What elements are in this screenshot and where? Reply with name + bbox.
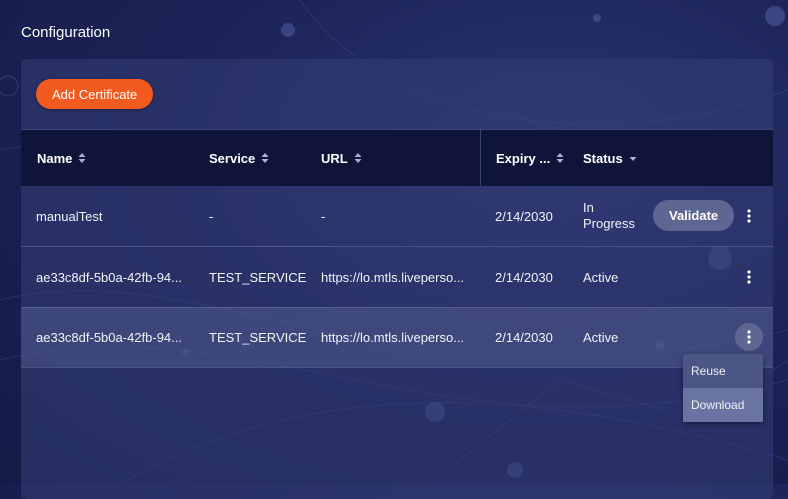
more-vertical-icon (747, 270, 751, 284)
column-header-label: Service (209, 150, 256, 166)
status-text-line: In (583, 200, 594, 215)
status-text-line: Progress (583, 216, 636, 231)
cell-name: manualTest (36, 208, 103, 224)
column-header-service[interactable]: Service (209, 130, 269, 186)
column-header-label: URL (321, 150, 348, 166)
menu-item-reuse[interactable]: Reuse (683, 354, 763, 388)
sort-both-icon (354, 153, 362, 163)
add-certificate-button[interactable]: Add Certificate (36, 79, 154, 109)
cell-url: https://lo.mtls.liveperso... (321, 269, 465, 285)
cell-expiry: 2/14/2030 (495, 329, 553, 345)
cell-status: Active (583, 269, 619, 285)
table-header: Name Service URL Expiry ... Status (21, 129, 773, 186)
row-actions-button[interactable] (735, 323, 763, 351)
cell-url: https://lo.mtls.liveperso... (321, 329, 465, 345)
sort-both-icon (261, 153, 269, 163)
cell-service: TEST_SERVICE (209, 269, 307, 285)
cell-service: TEST_SERVICE (209, 329, 307, 345)
column-header-status[interactable]: Status (583, 130, 637, 186)
column-divider (480, 130, 481, 186)
certificates-panel: Add Certificate Name Service URL Expiry … (21, 59, 773, 499)
more-vertical-icon (747, 209, 751, 223)
validate-button[interactable]: Validate (653, 200, 735, 231)
cell-status: Active (583, 329, 619, 345)
column-header-label: Status (583, 150, 623, 166)
more-vertical-icon (747, 330, 751, 344)
row-actions-menu: Reuse Download (683, 354, 763, 422)
cell-expiry: 2/14/2030 (495, 208, 553, 224)
column-header-url[interactable]: URL (321, 130, 362, 186)
table-row[interactable]: ae33c8df-5b0a-42fb-94... TEST_SERVICE ht… (21, 307, 773, 368)
row-actions-button[interactable] (735, 202, 763, 230)
cell-expiry: 2/14/2030 (495, 269, 553, 285)
menu-item-download[interactable]: Download (683, 388, 763, 422)
column-header-label: Expiry ... (496, 150, 551, 166)
page-title: Configuration (21, 24, 111, 41)
cell-url: - (321, 208, 326, 224)
sort-both-icon (556, 153, 564, 163)
table-row[interactable]: manualTest - - 2/14/2030 In Progress Val… (21, 186, 773, 247)
cell-service: - (209, 208, 214, 224)
cell-name: ae33c8df-5b0a-42fb-94... (36, 269, 182, 285)
column-header-expiry[interactable]: Expiry ... (496, 130, 564, 186)
sort-desc-icon (629, 157, 637, 161)
cell-status: In Progress (583, 186, 643, 246)
column-header-name[interactable]: Name (37, 130, 86, 186)
sort-both-icon (78, 153, 86, 163)
table-row[interactable]: ae33c8df-5b0a-42fb-94... TEST_SERVICE ht… (21, 247, 773, 308)
column-header-label: Name (37, 150, 73, 166)
cell-name: ae33c8df-5b0a-42fb-94... (36, 329, 182, 345)
row-actions-button[interactable] (735, 263, 763, 291)
